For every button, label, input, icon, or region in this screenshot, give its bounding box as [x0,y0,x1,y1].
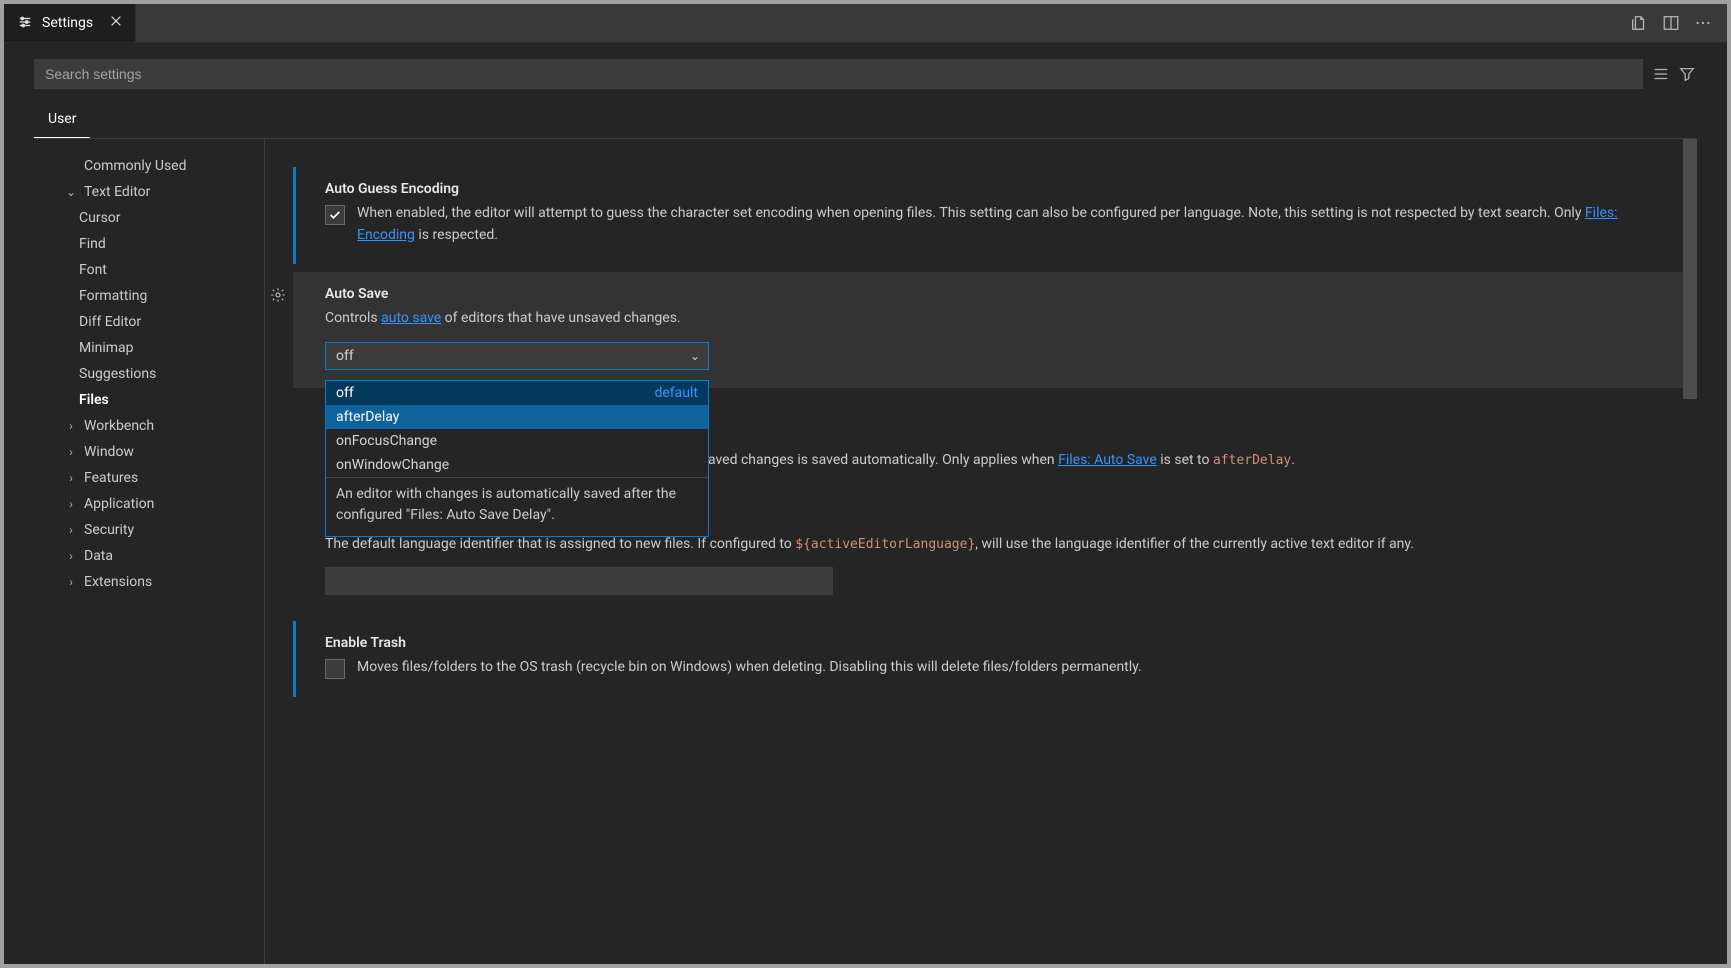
setting-title: Enable Trash [325,635,1673,651]
gear-icon[interactable] [269,286,287,304]
titlebar-spacer [136,4,1615,42]
scope-tab-user[interactable]: User [34,103,90,138]
titlebar-actions [1615,4,1727,42]
option-label: off [336,385,354,401]
sidebar-item-formatting[interactable]: Formatting [34,283,264,309]
option-label: afterDelay [336,409,399,425]
close-icon[interactable] [109,14,123,32]
link-auto-save[interactable]: auto save [381,310,441,326]
sidebar-item-label: Data [84,548,113,564]
dropdown-option-onwindowchange[interactable]: onWindowChange [326,453,708,477]
sidebar-item-cursor[interactable]: Cursor [34,205,264,231]
sidebar-item-files[interactable]: Files [34,387,264,413]
chevron-down-icon: ⌄ [64,185,78,199]
sidebar-item-label: Cursor [79,210,121,226]
sidebar-item-label: Font [79,262,107,278]
title-bar: Settings [4,4,1727,43]
sidebar-item-label: Window [84,444,134,460]
sidebar-item-label: Application [84,496,154,512]
scrollbar[interactable] [1683,139,1697,964]
chevron-down-icon: ⌄ [690,349,700,363]
sidebar-item-label: Text Editor [84,184,150,200]
scrollbar-thumb[interactable] [1683,139,1697,399]
sidebar-item-window[interactable]: › Window [34,439,264,465]
input-default-language[interactable] [325,567,833,595]
setting-description: Controls auto save of editors that have … [325,308,1673,330]
chevron-right-icon: › [64,419,78,433]
sidebar-item-find[interactable]: Find [34,231,264,257]
sidebar-item-label: Workbench [84,418,154,434]
chevron-right-icon: › [64,549,78,563]
select-value: off [336,348,354,364]
chevron-right-icon: › [64,497,78,511]
settings-tab-icon [18,15,32,32]
code-after-delay: afterDelay [1213,453,1291,468]
modified-indicator [293,621,296,697]
sidebar-item-font[interactable]: Font [34,257,264,283]
sidebar-item-suggestions[interactable]: Suggestions [34,361,264,387]
setting-description: When enabled, the editor will attempt to… [357,203,1673,246]
sidebar-item-label: Files [79,392,109,408]
setting-title: Auto Guess Encoding [325,181,1673,197]
sidebar-item-data[interactable]: › Data [34,543,264,569]
sidebar-item-security[interactable]: › Security [34,517,264,543]
sidebar-item-diff-editor[interactable]: Diff Editor [34,309,264,335]
more-actions-icon[interactable] [1693,13,1713,33]
option-label: onWindowChange [336,457,449,473]
sidebar-item-label: Extensions [84,574,152,590]
sidebar-item-label: Features [84,470,138,486]
checkbox-auto-guess-encoding[interactable] [325,205,345,225]
settings-scope-row: User [4,97,1727,139]
open-settings-json-icon[interactable] [1629,13,1649,33]
editor-tab-settings[interactable]: Settings [4,4,136,42]
code-active-lang: ${activeEditorLanguage} [795,537,975,552]
sidebar-item-label: Suggestions [79,366,156,382]
sidebar-item-application[interactable]: › Application [34,491,264,517]
sidebar-item-label: Commonly Used [84,158,187,174]
search-input[interactable] [34,59,1643,89]
dropdown-option-off[interactable]: off default [326,381,708,405]
tab-title: Settings [42,15,93,31]
sidebar-item-label: Security [84,522,134,538]
dropdown-option-afterdelay[interactable]: afterDelay [326,405,708,429]
select-auto-save[interactable]: off ⌄ [325,342,709,370]
split-editor-icon[interactable] [1661,13,1681,33]
sidebar-item-label: Diff Editor [79,314,141,330]
sidebar-item-commonly-used[interactable]: Commonly Used [34,153,264,179]
sidebar-item-text-editor[interactable]: ⌄ Text Editor [34,179,264,205]
setting-title: Auto Save [325,286,1673,302]
modified-indicator [293,167,296,264]
settings-tree: Commonly Used ⌄ Text Editor Cursor Find F… [34,139,264,964]
sidebar-item-label: Find [79,236,106,252]
setting-description: Moves files/folders to the OS trash (rec… [357,657,1142,679]
chevron-right-icon: › [64,523,78,537]
clear-search-icon[interactable] [1651,64,1671,84]
chevron-right-icon: › [64,575,78,589]
sidebar-item-label: Formatting [79,288,147,304]
settings-body: Commonly Used ⌄ Text Editor Cursor Find F… [4,139,1727,964]
settings-content: Auto Guess Encoding When enabled, the ed… [264,139,1697,964]
dropdown-auto-save[interactable]: off default afterDelay onFocusChange onW… [325,380,709,537]
sidebar-item-workbench[interactable]: › Workbench [34,413,264,439]
chevron-right-icon: › [64,471,78,485]
option-tag: default [654,385,698,401]
dropdown-option-onfocuschange[interactable]: onFocusChange [326,429,708,453]
settings-search-row [4,43,1727,97]
option-label: onFocusChange [336,433,437,449]
sidebar-item-extensions[interactable]: › Extensions [34,569,264,595]
link-files-auto-save[interactable]: Files: Auto Save [1058,452,1157,468]
dropdown-option-description: An editor with changes is automatically … [326,478,708,536]
setting-auto-guess-encoding: Auto Guess Encoding When enabled, the ed… [293,167,1697,264]
sidebar-item-minimap[interactable]: Minimap [34,335,264,361]
sidebar-item-features[interactable]: › Features [34,465,264,491]
sidebar-item-label: Minimap [79,340,134,356]
setting-auto-save: Auto Save Controls auto save of editors … [293,272,1697,388]
checkbox-enable-trash[interactable] [325,659,345,679]
setting-enable-trash: Enable Trash Moves files/folders to the … [293,621,1697,697]
setting-description: nsaved changes is saved automatically. O… [693,450,1673,472]
chevron-right-icon: › [64,445,78,459]
filter-icon[interactable] [1677,64,1697,84]
